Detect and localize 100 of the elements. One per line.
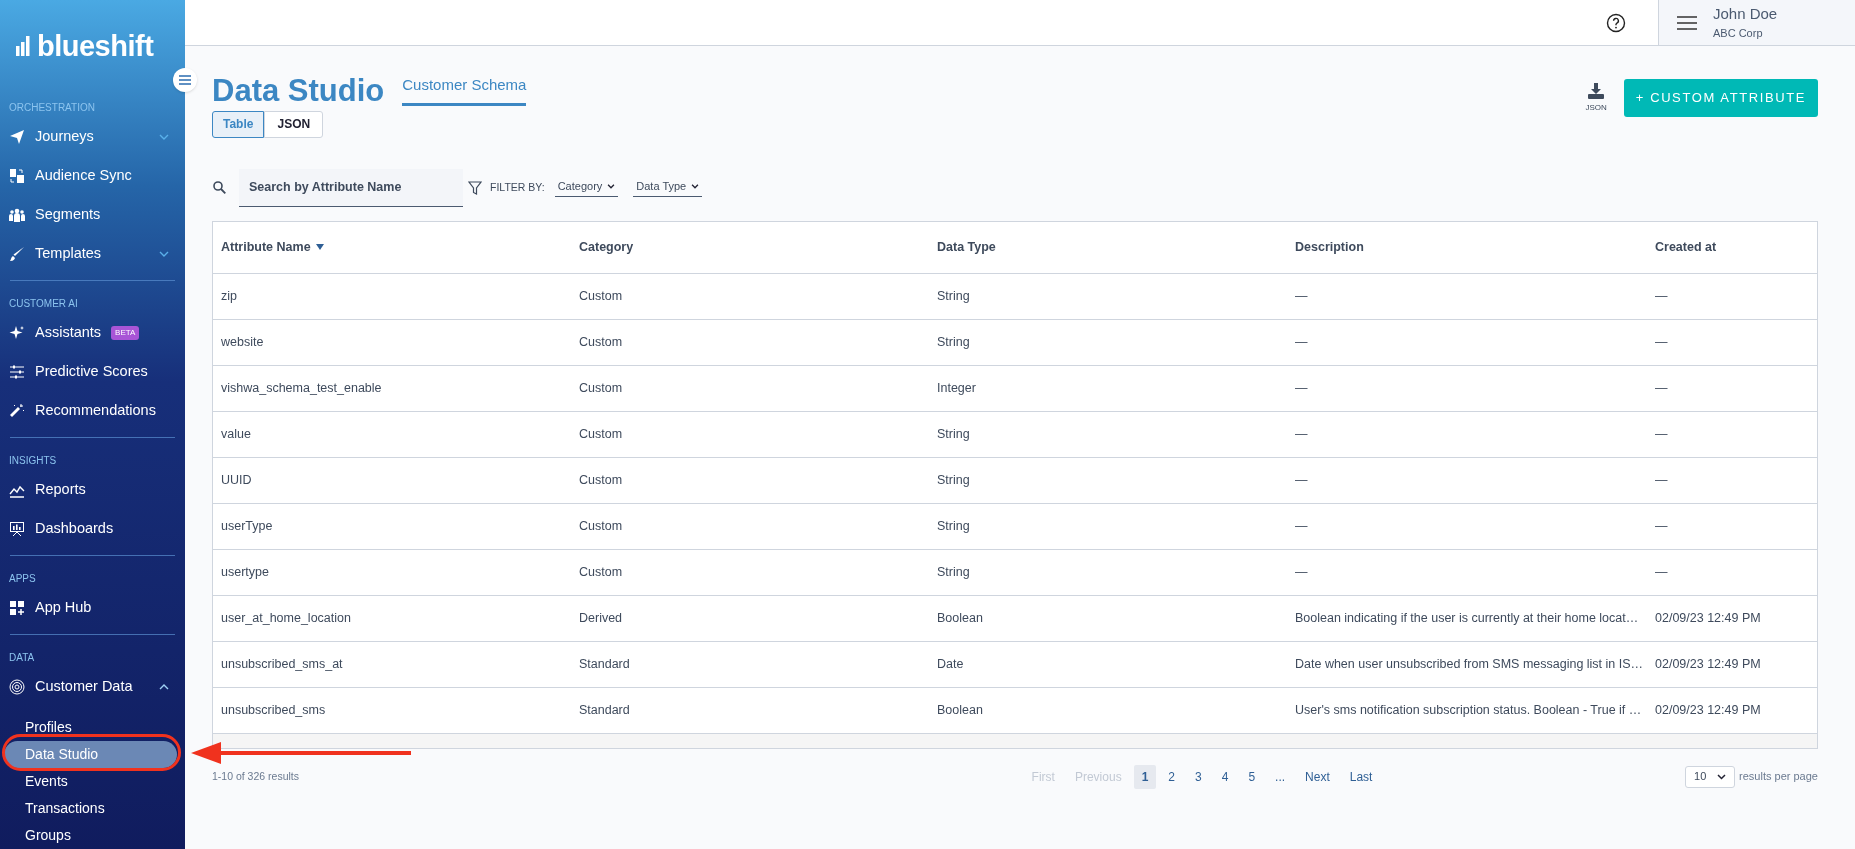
nav-label: Predictive Scores <box>35 361 148 381</box>
table-cell-text: UUID <box>220 471 253 489</box>
page-link[interactable]: 1 <box>1133 764 1157 789</box>
section-heading: APPS <box>8 572 37 586</box>
page-title: Data Studio <box>212 74 385 106</box>
section-heading: ORCHESTRATION <box>8 101 96 115</box>
nav-subitem[interactable]: Data Studio <box>4 741 177 768</box>
nav-item[interactable]: Journeys <box>0 117 185 156</box>
page-link[interactable]: 3 <box>1187 764 1210 789</box>
table-cell-text: String <box>936 287 971 305</box>
table-cell-text: Custom <box>578 333 624 351</box>
nav-item[interactable]: Predictive Scores <box>0 352 185 391</box>
chevron-up-icon[interactable] <box>159 683 169 690</box>
nav-item[interactable]: Dashboards <box>0 509 185 548</box>
table-cell-text: Standard <box>578 655 631 673</box>
logo: blueshift <box>0 0 185 88</box>
search-field[interactable]: Search by Attribute Name <box>239 168 463 207</box>
column-header[interactable]: Description <box>1287 237 1647 257</box>
presentation-board-icon <box>9 520 25 537</box>
table-cell-text: Standard <box>578 701 631 719</box>
table-cell-text: unsubscribed_sms_at <box>220 655 344 673</box>
page-link[interactable]: 2 <box>1160 764 1183 789</box>
table-cell-text: Boolean indicating if the user is currently at their home locat… <box>1294 609 1640 627</box>
table-cell-text: Date when user unsubscribed from SMS messaging list in IS… <box>1294 655 1645 673</box>
nav-label: Assistants <box>35 322 102 342</box>
table-cell-text: — <box>1654 379 1669 397</box>
nav-label: Journeys <box>35 126 94 146</box>
table-cell-text: Custom <box>578 563 624 581</box>
section-heading: INSIGHTS <box>8 454 58 468</box>
table-cell-text: Date <box>936 655 965 673</box>
column-header[interactable]: Data Type <box>929 237 1287 257</box>
nav-label: Reports <box>35 479 86 499</box>
table-cell-text: Integer <box>936 379 977 397</box>
download-icon <box>1588 82 1605 99</box>
nav-item[interactable]: Recommendations <box>0 391 185 430</box>
user-panel[interactable]: John Doe ABC Corp <box>1658 0 1855 45</box>
table-cell-text: website <box>220 333 265 351</box>
table-cell-text: String <box>936 517 971 535</box>
nav-item[interactable]: Audience Sync <box>0 156 185 195</box>
table-cell-text: Boolean <box>936 701 984 719</box>
nav-item[interactable]: Assistants BETA <box>0 313 185 352</box>
table-cell-text: userType <box>220 517 274 535</box>
table-cell-text: — <box>1654 563 1669 581</box>
table-cell-text: user_at_home_location <box>220 609 352 627</box>
column-header[interactable]: Created at <box>1647 237 1817 257</box>
filter-label: FILTER BY: <box>490 179 545 195</box>
collapse-sidebar-button[interactable] <box>173 68 197 92</box>
table-cell-text: zip <box>220 287 238 305</box>
nav-item[interactable]: Reports <box>0 470 185 509</box>
chevron-down-icon <box>1717 773 1727 780</box>
page-link[interactable]: Next <box>1297 764 1338 789</box>
table-cell-text: — <box>1294 517 1309 535</box>
page-link[interactable]: 5 <box>1240 764 1264 789</box>
menu-icon[interactable] <box>1677 15 1697 30</box>
per-page-label: results per page <box>1739 769 1818 785</box>
table-cell-text: Custom <box>578 379 624 397</box>
table-cell-text: Custom <box>578 471 624 489</box>
results-summary: 1-10 of 326 results <box>212 768 299 784</box>
table-cell-text: — <box>1294 563 1309 581</box>
nav-label: Audience Sync <box>35 165 132 185</box>
table-cell-text: — <box>1654 517 1669 535</box>
sync-squares-icon <box>9 167 25 184</box>
schema-tab[interactable]: Customer Schema <box>402 74 527 106</box>
table-cell-text: — <box>1654 287 1669 305</box>
column-header[interactable]: Attribute Name <box>213 237 571 257</box>
table-cell-text: usertype <box>220 563 270 581</box>
nav-label: Dashboards <box>35 518 114 538</box>
table-cell-text: value <box>220 425 252 443</box>
nav-subitem[interactable]: Profiles <box>4 714 177 741</box>
nav-item[interactable]: Templates <box>0 234 185 273</box>
help-icon[interactable] <box>1606 12 1626 33</box>
brush-icon <box>9 245 25 262</box>
table-cell-text: — <box>1294 333 1309 351</box>
page-link[interactable]: Last <box>1341 764 1381 789</box>
table-cell-text: — <box>1654 471 1669 489</box>
nav-item[interactable]: App Hub <box>0 588 185 627</box>
page-link[interactable]: 4 <box>1213 764 1237 789</box>
page-link[interactable]: ... <box>1267 764 1294 789</box>
view-toggle[interactable]: JSON <box>264 110 324 138</box>
nav-subitem[interactable]: Groups <box>4 822 177 849</box>
beta-badge: BETA <box>111 325 140 340</box>
nav-subitem[interactable]: Events <box>4 768 177 795</box>
menu-icon <box>179 75 191 85</box>
chevron-down-icon[interactable] <box>159 133 169 140</box>
nav-item[interactable]: Customer Data <box>0 667 185 706</box>
filter-dropdown[interactable]: Category <box>554 177 619 198</box>
column-header[interactable]: Category <box>571 237 929 257</box>
grid-plus-icon <box>9 599 25 616</box>
nav-item[interactable]: Segments <box>0 195 185 234</box>
per-page-select[interactable]: 10 <box>1685 765 1736 788</box>
nav-subitem[interactable]: Transactions <box>4 795 177 822</box>
chevron-down-icon[interactable] <box>159 250 169 257</box>
table-cell-text: unsubscribed_sms <box>220 701 327 719</box>
download-button[interactable]: JSON <box>1585 82 1607 114</box>
table-cell-text: String <box>936 471 971 489</box>
table-cell-text: 02/09/23 12:49 PM <box>1654 609 1762 627</box>
table-cell-text: — <box>1294 287 1309 305</box>
table-cell-text: Custom <box>578 425 624 443</box>
filter-dropdown[interactable]: Data Type <box>633 177 703 198</box>
table-cell-text: — <box>1654 425 1669 443</box>
